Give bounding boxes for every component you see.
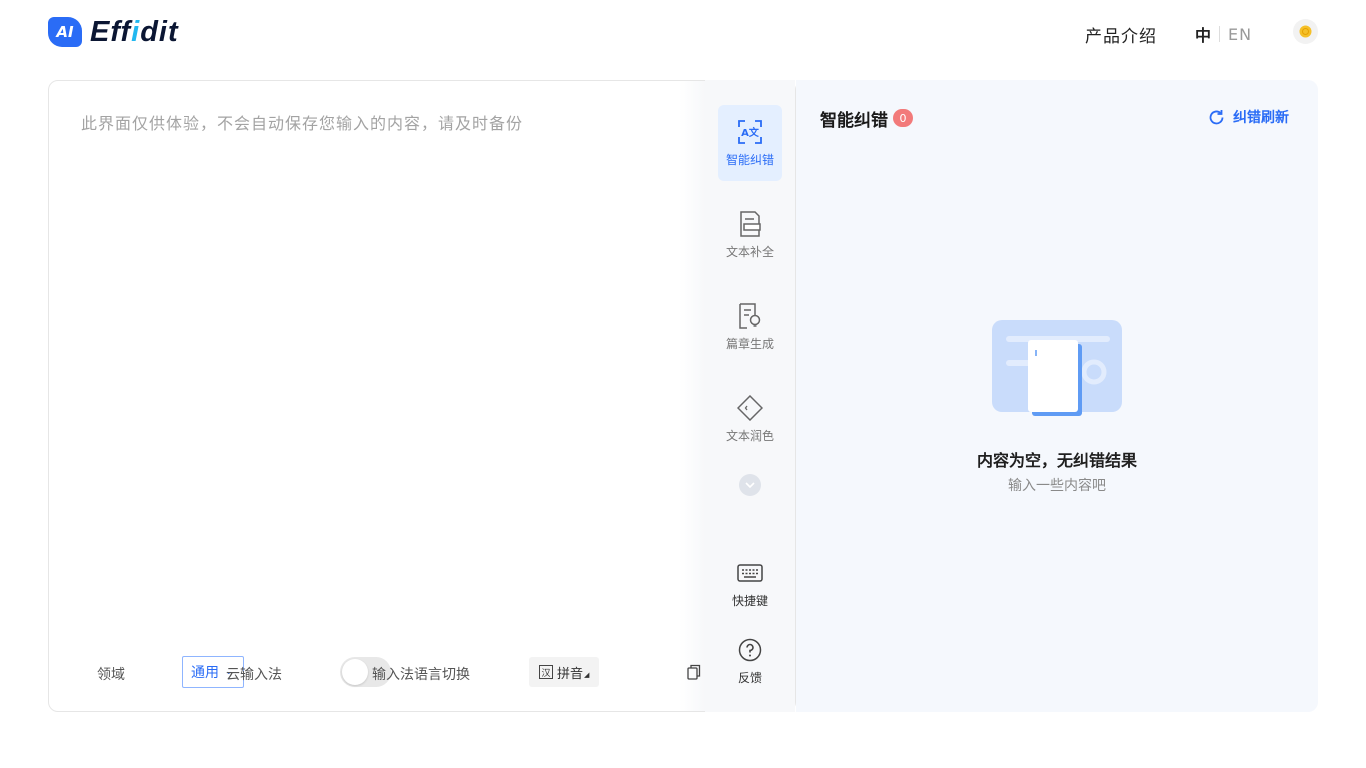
empty-document-illustration xyxy=(992,320,1122,416)
svg-text:A文: A文 xyxy=(741,126,760,139)
han-char-icon: 汉 xyxy=(539,665,553,679)
effidit-logo[interactable]: AI Effidit xyxy=(48,16,179,48)
tool-shortcuts[interactable]: 快捷键 xyxy=(718,546,782,622)
tool-label: 文本润色 xyxy=(725,428,774,443)
lang-zh-option[interactable]: 中 xyxy=(1195,22,1211,46)
editor-edge-fade xyxy=(679,81,705,711)
empty-state-subtitle: 输入一些内容吧 xyxy=(1008,478,1106,494)
top-header: AI Effidit 产品介绍 中 EN xyxy=(0,0,1366,64)
editor-card: 此界面仅供体验，不会自动保存您输入的内容，请及时备份 领域 通用 ⌄ 云输入法 … xyxy=(48,80,796,712)
domain-label: 领域 xyxy=(97,667,125,683)
keyboard-icon xyxy=(737,560,763,586)
tag-icon xyxy=(737,394,763,421)
language-switch: 中 EN xyxy=(1195,22,1252,46)
corner-caret-icon: ◢ xyxy=(584,671,590,679)
tool-feedback[interactable]: 反馈 xyxy=(718,623,782,699)
function-toolbar: A文 智能纠错 文本补全 篇章生成 文本润色 快捷键 反馈 xyxy=(705,80,795,712)
error-count-badge: 0 xyxy=(893,109,913,127)
nav-product-intro[interactable]: 产品介绍 xyxy=(1085,22,1157,47)
empty-state-title: 内容为空，无纠错结果 xyxy=(976,451,1137,470)
lang-en-option[interactable]: EN xyxy=(1228,25,1252,44)
panel-title: 智能纠错 xyxy=(820,111,888,131)
refresh-label: 纠错刷新 xyxy=(1233,110,1289,126)
ime-language-value: 拼音 xyxy=(557,666,584,682)
tool-label: 反馈 xyxy=(737,670,762,685)
document-complete-icon xyxy=(737,210,763,237)
tool-label: 篇章生成 xyxy=(725,336,774,351)
refresh-icon xyxy=(1209,109,1224,124)
copy-icon[interactable] xyxy=(687,664,701,680)
tool-text-polish[interactable]: 文本润色 xyxy=(718,381,782,457)
refresh-correction-button[interactable]: 纠错刷新 xyxy=(1208,107,1289,127)
cloud-ime-label: 云输入法 xyxy=(226,667,282,683)
scan-text-icon: A文 xyxy=(737,119,763,145)
sun-icon xyxy=(1299,25,1312,38)
chevron-down-icon xyxy=(745,482,755,488)
tool-smart-correction[interactable]: A文 智能纠错 xyxy=(718,105,782,181)
theme-toggle-button[interactable] xyxy=(1293,19,1318,44)
tool-label: 智能纠错 xyxy=(725,152,774,167)
correction-panel: 智能纠错 0 纠错刷新 内容为空，无纠错结果 输入一些内容吧 xyxy=(796,80,1318,712)
tool-text-completion[interactable]: 文本补全 xyxy=(718,197,782,273)
domain-select-value: 通用 xyxy=(191,665,219,681)
lang-divider xyxy=(1219,26,1221,42)
help-circle-icon xyxy=(737,637,763,663)
tool-label: 快捷键 xyxy=(731,593,768,608)
tool-label: 文本补全 xyxy=(725,244,774,259)
editor-input[interactable]: 此界面仅供体验，不会自动保存您输入的内容，请及时备份 xyxy=(81,110,523,134)
editor-bottom-bar: 领域 通用 ⌄ 云输入法 输入法语言切换 汉 拼音 ◢ xyxy=(97,656,701,688)
tool-article-generation[interactable]: 篇章生成 xyxy=(718,289,782,365)
ime-switch-label: 输入法语言切换 xyxy=(372,667,470,683)
toggle-knob xyxy=(342,659,368,685)
ime-language-select[interactable]: 汉 拼音 ◢ xyxy=(529,657,600,687)
logo-badge: AI xyxy=(48,17,82,47)
expand-more-button[interactable] xyxy=(739,474,761,496)
logo-text: Effidit xyxy=(90,15,179,48)
document-bulb-icon xyxy=(737,302,763,329)
